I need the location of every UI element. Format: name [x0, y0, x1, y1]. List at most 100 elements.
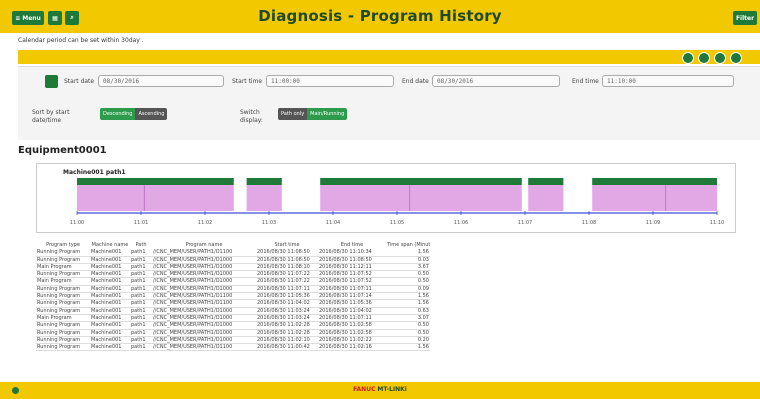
table-row[interactable]: Running Program Machine001 path1 //CNC_MEM/… — [36, 300, 430, 308]
main-running-button[interactable]: Main/Running — [307, 108, 348, 120]
table-cell: path1 — [131, 256, 146, 263]
sort-label: Sort by start date/time — [32, 109, 70, 124]
table-cell: path1 — [131, 271, 146, 278]
timeline-tick-label: 11:04 — [326, 220, 340, 226]
table-cell: 0.50 — [417, 322, 429, 329]
column-header[interactable]: Path — [130, 242, 152, 249]
table-cell: path1 — [131, 336, 146, 343]
table-cell: 2016/08/30 11:03:24 — [257, 314, 310, 321]
refresh-icon[interactable] — [698, 52, 710, 64]
table-cell: Running Program — [37, 329, 81, 336]
table-cell: Machine001 — [91, 307, 122, 314]
table-cell: Running Program — [37, 256, 81, 263]
table-cell: path1 — [131, 300, 146, 307]
timeline-main-bar — [246, 178, 282, 185]
timeline-main-bar — [528, 178, 564, 185]
table-row[interactable]: Running Program Machine001 path1 //CNC_MEM/… — [36, 271, 430, 279]
start-time-field[interactable]: 11:00:00 — [266, 75, 394, 87]
filter-button[interactable]: Filter — [733, 11, 757, 25]
timeline-chart: 11:00 11:01 11:02 11:03 11:04 11:05 11:06 11:07… — [36, 163, 736, 233]
table-cell: //CNC_MEM/USER/PATH1/O1100 — [153, 249, 233, 256]
footer-brand: FANUC MT-LINKi — [0, 386, 760, 393]
table-cell: 1.56 — [417, 300, 429, 307]
table-row[interactable]: Main Program Machine001 path1 //CNC_MEM/USE… — [36, 263, 430, 272]
start-date-label: Start date — [64, 78, 95, 85]
end-time-field[interactable]: 11:10:00 — [602, 75, 734, 87]
download-icon[interactable] — [682, 52, 694, 64]
table-cell: 2016/08/30 11:03:24 — [257, 307, 310, 314]
table-cell: //CNC_MEM/USER/PATH1/O1100 — [153, 344, 233, 351]
switch-display-label: Switch display: — [240, 109, 263, 124]
settings-icon[interactable] — [714, 52, 726, 64]
table-cell: 2016/08/30 11:07:22 — [257, 278, 310, 285]
table-cell: Machine001 — [91, 314, 122, 321]
column-header[interactable]: Start time — [256, 242, 318, 249]
end-date-field[interactable]: 08/30/2016 — [432, 75, 560, 87]
table-cell: Running Program — [37, 249, 81, 256]
table-cell: 2016/08/30 11:04:02 — [319, 307, 372, 314]
path-only-button[interactable]: Path only — [278, 108, 308, 120]
table-cell: Machine001 — [91, 329, 122, 336]
table-cell: 0.03 — [417, 256, 429, 263]
column-header[interactable]: Program name — [152, 242, 256, 249]
table-cell: 0.50 — [417, 278, 429, 285]
table-row[interactable]: Running Program Machine001 path1 //CNC_MEM/… — [36, 285, 430, 294]
history-table: Program type Machine name Path Program name… — [36, 242, 430, 352]
timeline-tick-label: 11:03 — [262, 220, 276, 226]
table-cell: Running Program — [37, 300, 81, 307]
table-cell: 2016/08/30 11:05:36 — [319, 300, 372, 307]
collapse-icon[interactable] — [730, 52, 742, 64]
table-cell: 2016/08/30 11:00:42 — [257, 344, 310, 351]
table-cell: Machine001 — [91, 300, 122, 307]
sort-ascending-button[interactable]: Ascending — [135, 108, 168, 120]
calendar-icon[interactable] — [45, 75, 58, 88]
table-cell: Main Program — [37, 278, 72, 285]
timeline-svg: 11:00 11:01 11:02 11:03 11:04 11:05 11:06 11:07… — [70, 178, 724, 226]
table-row[interactable]: Running Program Machine001 path1 //CNC_MEM/… — [36, 308, 430, 315]
column-header[interactable]: Program type — [36, 242, 90, 249]
table-cell: //CNC_MEM/USER/PATH1/O1000 — [153, 271, 233, 278]
brand-mtlinki: MT-LINKi — [377, 386, 407, 393]
brand-fanuc: FANUC — [353, 386, 376, 393]
timeline-main-bar — [320, 178, 522, 185]
column-header[interactable]: Time span (Minutes) — [386, 242, 430, 249]
sort-toggle[interactable]: Descending Ascending — [100, 108, 168, 120]
table-cell: Running Program — [37, 336, 81, 343]
table-cell: 2016/08/30 11:07:11 — [319, 285, 372, 292]
column-header[interactable]: End time — [318, 242, 386, 249]
table-cell: 3.67 — [417, 263, 429, 270]
timeline-running-bar — [592, 185, 717, 211]
table-cell: Machine001 — [91, 278, 122, 285]
table-row[interactable]: Running Program Machine001 path1 //CNC_MEM/… — [36, 336, 430, 345]
timeline-tick-label: 11:00 — [70, 220, 84, 226]
table-row[interactable]: Running Program Machine001 path1 //CNC_MEM/… — [36, 249, 430, 257]
table-row[interactable]: Running Program Machine001 path1 //CNC_MEM/… — [36, 293, 430, 301]
machine-path-label: Machine001 path1 — [63, 169, 126, 176]
table-cell: path1 — [131, 314, 146, 321]
table-cell: 0.50 — [417, 271, 429, 278]
table-cell: path1 — [131, 307, 146, 314]
table-cell: //CNC_MEM/USER/PATH1/O1100 — [153, 300, 233, 307]
display-toggle[interactable]: Path only Main/Running — [278, 108, 348, 120]
calendar-note: Calendar period can be set within 30day … — [18, 37, 144, 44]
table-row[interactable]: Running Program Machine001 path1 //CNC_MEM/… — [36, 257, 430, 264]
page-title: Diagnosis - Program History — [258, 7, 502, 25]
table-cell: Machine001 — [91, 293, 122, 300]
end-date-label: End date — [402, 78, 429, 85]
timeline-running-bar — [320, 185, 522, 211]
table-header: Program type Machine name Path Program name… — [36, 242, 430, 249]
column-header[interactable]: Machine name — [90, 242, 130, 249]
table-cell: Machine001 — [91, 322, 122, 329]
table-row[interactable]: Main Program Machine001 path1 //CNC_MEM/USE… — [36, 314, 430, 323]
sort-descending-button[interactable]: Descending — [100, 108, 136, 120]
table-cell: path1 — [131, 278, 146, 285]
table-row[interactable]: Main Program Machine001 path1 //CNC_MEM/USE… — [36, 278, 430, 286]
table-row[interactable]: Running Program Machine001 path1 //CNC_MEM/… — [36, 330, 430, 337]
table-row[interactable]: Running Program Machine001 path1 //CNC_MEM/… — [36, 344, 430, 352]
filter-label: Filter — [735, 14, 755, 22]
table-cell: path1 — [131, 293, 146, 300]
table-cell: Running Program — [37, 322, 81, 329]
timeline-main-bar — [592, 178, 717, 185]
start-date-field[interactable]: 08/30/2016 — [98, 75, 224, 87]
table-row[interactable]: Running Program Machine001 path1 //CNC_MEM/… — [36, 322, 430, 330]
